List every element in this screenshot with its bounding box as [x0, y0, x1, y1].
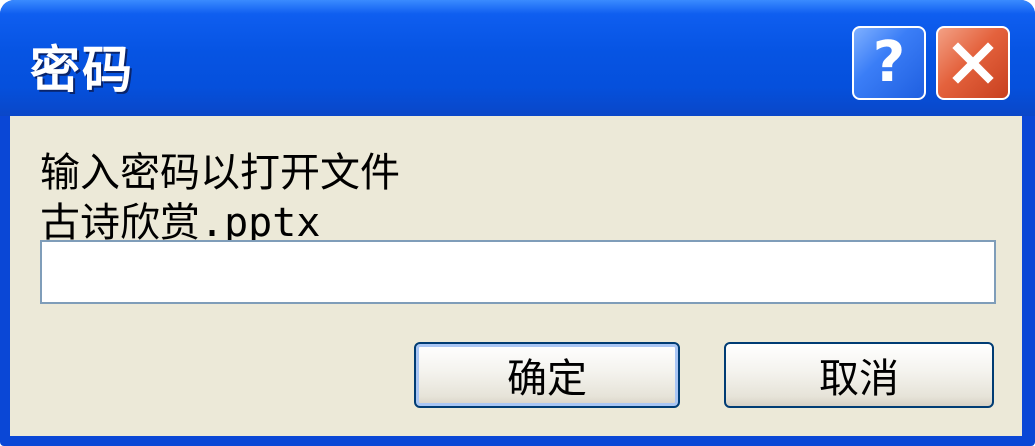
dialog-title: 密码	[30, 41, 134, 99]
dialog-body: 输入密码以打开文件 古诗欣赏.pptx 确定 取消	[10, 116, 1022, 436]
close-button[interactable]	[936, 26, 1010, 100]
cancel-button[interactable]: 取消	[724, 342, 994, 408]
ok-button[interactable]: 确定	[414, 342, 680, 408]
title-bar[interactable]: 密码 ?	[0, 0, 1035, 116]
password-dialog: 密码 ? 输入密码以打开文件 古诗欣赏.pptx 确定 取消	[0, 0, 1035, 446]
close-x-icon	[952, 42, 994, 84]
password-input[interactable]	[40, 240, 996, 304]
help-button[interactable]: ?	[852, 26, 926, 100]
help-question-icon: ?	[872, 30, 906, 95]
